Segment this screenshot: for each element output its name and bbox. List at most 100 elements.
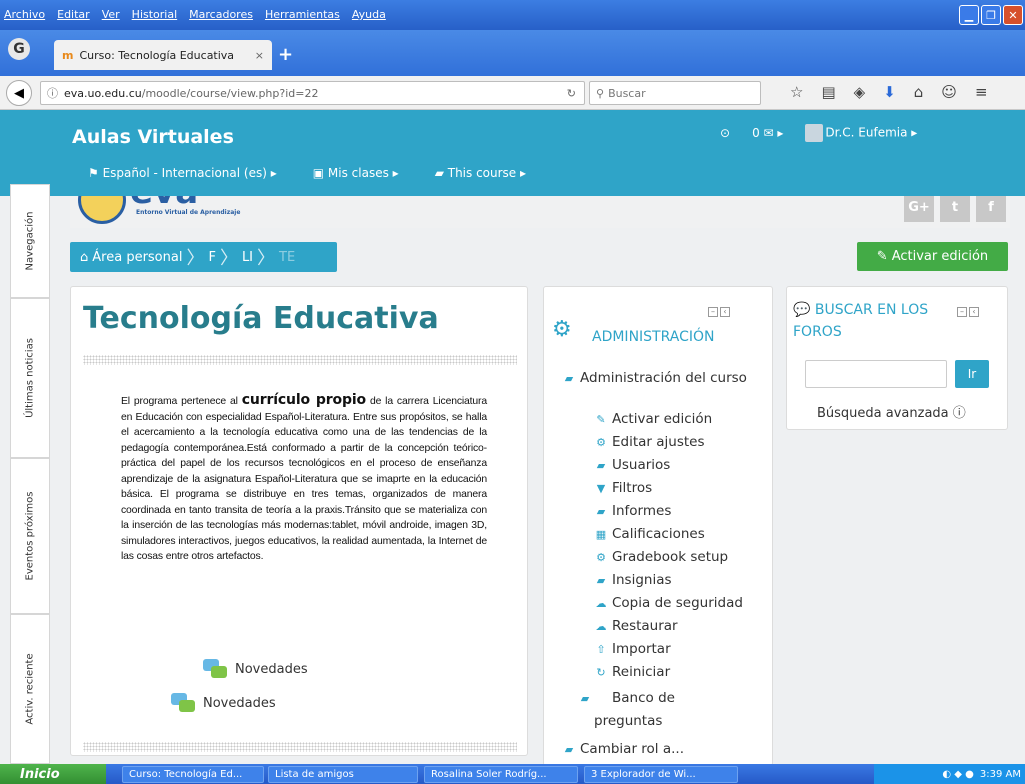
menu-ver[interactable]: Ver [102, 8, 120, 21]
tree-item-ajustes[interactable]: ⚙ Editar ajustes [594, 434, 704, 450]
tree-item-activar[interactable]: ✎ Activar edición [594, 411, 712, 427]
download-icon[interactable]: ⬇ [883, 83, 896, 101]
dock-tab-navigation[interactable]: Navegación [10, 184, 50, 298]
tray-icons[interactable]: ◐ ◆ ● [942, 769, 974, 780]
menu-historial[interactable]: Historial [132, 8, 177, 21]
help-icon[interactable]: ⓘ [953, 406, 966, 421]
firefox-menu-icon[interactable]: G [8, 38, 30, 60]
dock-tab-recent-activity[interactable]: Activ. reciente [10, 614, 50, 764]
notifications-icon[interactable]: ⊙ [720, 126, 730, 140]
this-course-menu[interactable]: ▰ This course ▸ [435, 166, 526, 180]
block-title: 💬 BUSCAR EN LOS FOROS [793, 299, 943, 343]
taskbar-item-friends[interactable]: Lista de amigos [268, 766, 418, 783]
tree-item-backup[interactable]: ☁ Copia de seguridad [594, 595, 743, 611]
dock-icon[interactable]: ‹ [720, 307, 730, 317]
hamburger-menu-icon[interactable]: ≡ [975, 83, 988, 101]
pocket-icon[interactable]: ◈ [854, 83, 866, 101]
menu-ayuda[interactable]: Ayuda [352, 8, 386, 21]
url-path: /moodle/course/view.php?id=22 [141, 86, 319, 100]
dock-tab-events[interactable]: Eventos próximos [10, 458, 50, 614]
course-summary: El programa pertenece al currículo propi… [121, 392, 487, 565]
search-icon: ⚲ [596, 86, 605, 100]
tree-item-informes[interactable]: ▰ Informes [594, 503, 672, 519]
forum-icon [171, 693, 197, 713]
dock-tab-label: Navegación [24, 211, 36, 271]
language-menu[interactable]: ⚑ Español - Internacional (es) ▸ [88, 166, 277, 180]
block-controls: – ‹ [708, 307, 730, 317]
close-window-icon[interactable]: ✕ [1003, 5, 1023, 25]
google-plus-icon[interactable]: G+ [904, 196, 934, 222]
breadcrumb-li[interactable]: LI [242, 250, 253, 265]
tree-item-usuarios[interactable]: ▰ Usuarios [594, 457, 671, 473]
twitter-icon[interactable]: t [940, 196, 970, 222]
collapse-icon[interactable]: – [708, 307, 718, 317]
tree-item-banco[interactable]: ▰ Banco de preguntas [562, 687, 732, 732]
back-arrow-icon[interactable]: ◀ [6, 80, 32, 106]
taskbar-item-explorer[interactable]: 3 Explorador de Wi... [584, 766, 738, 783]
start-button[interactable]: Inicio [0, 764, 106, 784]
dock-tab-label: Activ. reciente [24, 653, 36, 725]
tree-item-restaurar[interactable]: ☁ Restaurar [594, 618, 678, 634]
reload-icon[interactable]: ↻ [567, 87, 576, 100]
restore-icon[interactable]: ❐ [981, 5, 1001, 25]
url-bar[interactable]: ⓘ eva.uo.edu.cu/moodle/course/view.php?i… [40, 81, 585, 105]
tree-item-insignias[interactable]: ▰ Insignias [594, 572, 672, 588]
filter-icon: ▼ [596, 482, 606, 495]
site-title[interactable]: Aulas Virtuales [72, 126, 234, 148]
dock-tab-news[interactable]: Últimas noticias [10, 298, 50, 458]
user-profile-menu[interactable]: Dr.C. Eufemia ▸ [805, 124, 917, 142]
course-content: Tecnología Educativa El programa pertene… [70, 286, 528, 756]
new-tab-button[interactable]: + [278, 44, 293, 65]
breadcrumb-f[interactable]: F [208, 250, 215, 265]
info-icon[interactable]: ⓘ [47, 85, 58, 101]
language-menu-label: Español - Internacional (es) ▸ [102, 166, 277, 180]
menu-archivo[interactable]: Archivo [4, 8, 45, 21]
search-forums-block: – ‹ 💬 BUSCAR EN LOS FOROS Ir Búsqueda ava… [786, 286, 1008, 430]
forum-link[interactable]: Novedades [171, 693, 276, 713]
forum-search-input[interactable] [805, 360, 947, 388]
emoji-icon[interactable]: ☺ [941, 83, 957, 101]
breadcrumb-home[interactable]: Área personal [92, 250, 182, 265]
tree-label: Administración del curso [580, 370, 747, 386]
facebook-icon[interactable]: f [976, 196, 1006, 222]
taskbar-item-firefox[interactable]: Curso: Tecnología Ed... [122, 766, 264, 783]
dock-icon[interactable]: ‹ [969, 307, 979, 317]
tree-course-admin[interactable]: ▰ Administración del curso [562, 367, 762, 390]
tree-label: Gradebook setup [612, 549, 729, 565]
tab-course[interactable]: m Curso: Tecnología Educativa × [54, 40, 272, 70]
activate-edit-button[interactable]: ✎ Activar edición [857, 242, 1008, 271]
minimize-icon[interactable]: ▁ [959, 5, 979, 25]
bookmark-star-icon[interactable]: ☆ [790, 83, 803, 101]
menu-herramientas[interactable]: Herramientas [265, 8, 340, 21]
home-icon[interactable]: ⌂ [914, 83, 924, 101]
forum-search-button[interactable]: Ir [955, 360, 989, 388]
tree-item-reiniciar[interactable]: ↻ Reiniciar [594, 664, 670, 680]
advanced-search-link[interactable]: Búsqueda avanzada ⓘ [817, 402, 966, 421]
collapse-icon[interactable]: – [957, 307, 967, 317]
tab-close-icon[interactable]: × [255, 49, 264, 62]
url-host: eva.uo.edu.cu [64, 86, 142, 100]
table-icon: ▦ [595, 528, 607, 541]
search-placeholder: Buscar [608, 86, 646, 100]
messages-menu[interactable]: 0 ✉ ▸ [752, 126, 783, 140]
tree-item-importar[interactable]: ⇧ Importar [594, 641, 670, 657]
summary-text: de la carrera Licenciatura en Educación … [121, 396, 487, 562]
bookmarks-list-icon[interactable]: ▤ [821, 83, 835, 101]
tree-item-filtros[interactable]: ▼ Filtros [594, 480, 652, 496]
forum-link[interactable]: Novedades [203, 659, 308, 679]
navigation-toolbar: ◀ ⓘ eva.uo.edu.cu/moodle/course/view.php… [0, 76, 1025, 110]
menu-editar[interactable]: Editar [57, 8, 90, 21]
tree-item-calificaciones[interactable]: ▦ Calificaciones [594, 526, 705, 542]
my-classes-menu[interactable]: ▣ Mis clases ▸ [313, 166, 399, 180]
tree-label: Usuarios [612, 457, 671, 473]
taskbar-item-rosalina[interactable]: Rosalina Soler Rodríg... [424, 766, 578, 783]
custom-menu: ⚑ Español - Internacional (es) ▸ ▣ Mis c… [88, 166, 526, 180]
menu-marcadores[interactable]: Marcadores [189, 8, 253, 21]
summary-emphasis: currículo propio [241, 392, 366, 408]
tree-item-gradebook[interactable]: ⚙ Gradebook setup [594, 549, 728, 565]
section-divider [83, 355, 517, 365]
this-course-label: This course ▸ [447, 166, 527, 180]
tree-item-cambiar-rol[interactable]: ▰ Cambiar rol a... [562, 741, 684, 757]
search-bar[interactable]: ⚲ Buscar [589, 81, 761, 105]
eva-logo[interactable]: eva Entorno Virtual de Aprendizaje [78, 196, 258, 226]
